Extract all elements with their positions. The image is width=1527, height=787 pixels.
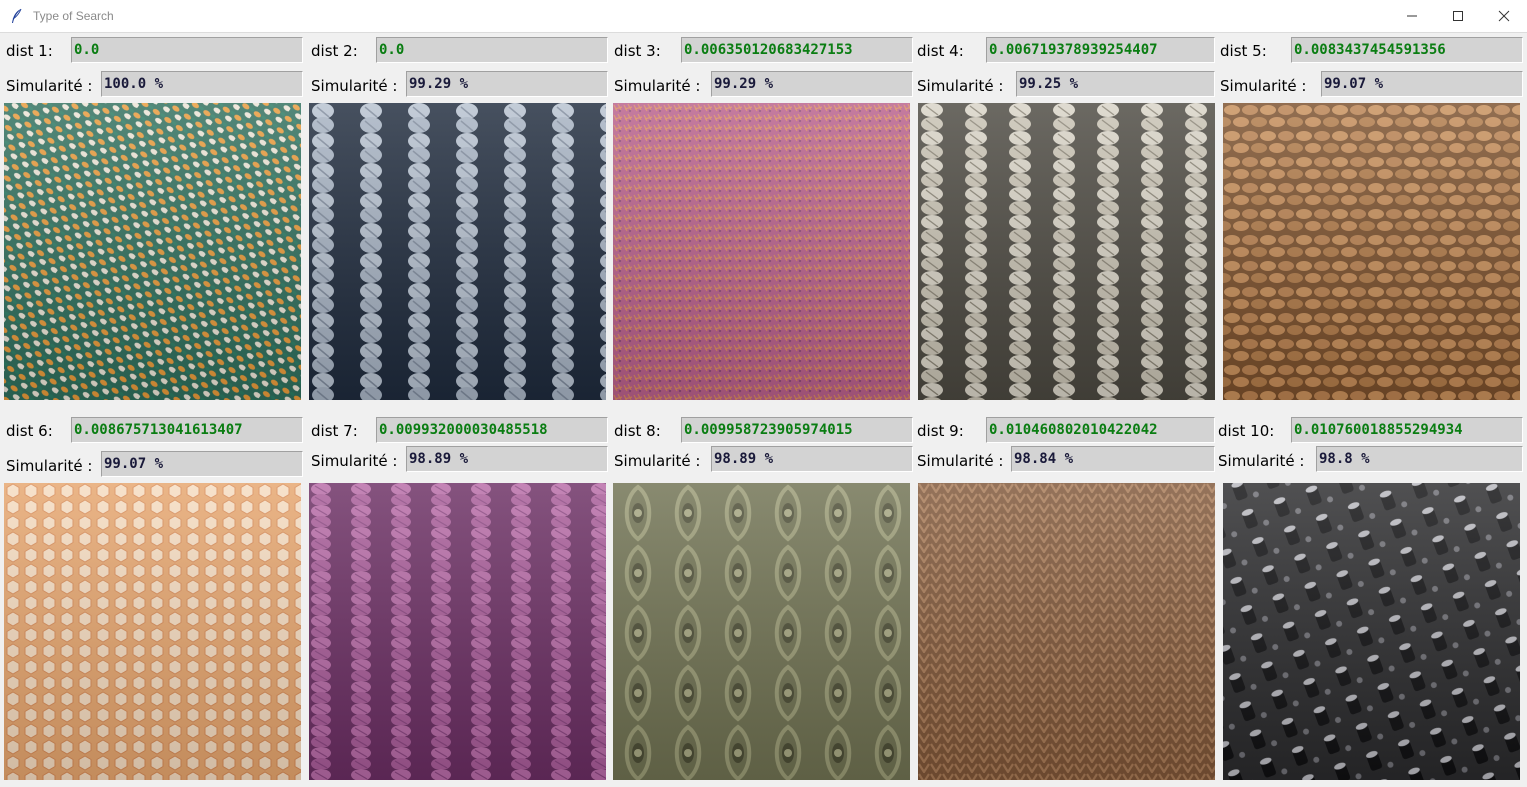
dist-3-field[interactable]: 0.006350120683427153 <box>681 37 913 63</box>
dist-10-label: dist 10: <box>1218 422 1275 440</box>
sim-8-label: Simularité : <box>614 452 701 470</box>
sim-4-label: Simularité : <box>917 77 1004 95</box>
dist-2-label: dist 2: <box>311 42 358 60</box>
dist-5-field[interactable]: 0.0083437454591356 <box>1291 37 1523 63</box>
sim-5-field[interactable]: 99.07 % <box>1321 71 1523 97</box>
dist-8-label: dist 8: <box>614 422 661 440</box>
dist-1-field[interactable]: 0.0 <box>71 37 303 63</box>
sim-1-label: Simularité : <box>6 77 93 95</box>
minimize-icon <box>1407 15 1417 17</box>
maximize-icon <box>1453 11 1463 21</box>
sim-10-field[interactable]: 98.8 % <box>1316 446 1523 472</box>
result-image-4 <box>918 103 1215 400</box>
dist-7-field[interactable]: 0.009932000030485518 <box>376 417 608 443</box>
sim-3-field[interactable]: 99.29 % <box>711 71 913 97</box>
sim-3-label: Simularité : <box>614 77 701 95</box>
dist-9-label: dist 9: <box>917 422 964 440</box>
sim-9-label: Simularité : <box>917 452 1004 470</box>
result-image-2 <box>309 103 606 400</box>
dist-8-field[interactable]: 0.009958723905974015 <box>681 417 913 443</box>
sim-6-field[interactable]: 99.07 % <box>101 451 303 477</box>
sim-6-label: Simularité : <box>6 457 93 475</box>
result-image-3 <box>613 103 910 400</box>
result-image-8 <box>613 483 910 780</box>
window-title: Type of Search <box>33 9 114 23</box>
sim-2-label: Simularité : <box>311 77 398 95</box>
dist-9-field[interactable]: 0.010460802010422042 <box>986 417 1215 443</box>
result-image-10 <box>1223 483 1520 780</box>
dist-4-label: dist 4: <box>917 42 964 60</box>
dist-1-label: dist 1: <box>6 42 53 60</box>
sim-4-field[interactable]: 99.25 % <box>1016 71 1215 97</box>
result-image-1 <box>4 103 301 400</box>
dist-6-field[interactable]: 0.008675713041613407 <box>71 417 303 443</box>
maximize-button[interactable] <box>1435 0 1481 32</box>
sim-8-field[interactable]: 98.89 % <box>711 446 913 472</box>
result-image-5 <box>1223 103 1520 400</box>
sim-1-field[interactable]: 100.0 % <box>101 71 303 97</box>
close-icon <box>1498 10 1510 22</box>
result-image-6 <box>4 483 301 780</box>
sim-10-label: Simularité : <box>1218 452 1305 470</box>
dist-10-field[interactable]: 0.010760018855294934 <box>1291 417 1523 443</box>
sim-7-field[interactable]: 98.89 % <box>406 446 608 472</box>
sim-5-label: Simularité : <box>1220 77 1307 95</box>
result-image-9 <box>918 483 1215 780</box>
title-bar: Type of Search <box>0 0 1527 33</box>
sim-9-field[interactable]: 98.84 % <box>1011 446 1215 472</box>
minimize-button[interactable] <box>1389 0 1435 32</box>
dist-6-label: dist 6: <box>6 422 53 440</box>
result-image-7 <box>309 483 606 780</box>
dist-5-label: dist 5: <box>1220 42 1267 60</box>
sim-2-field[interactable]: 99.29 % <box>406 71 608 97</box>
dist-7-label: dist 7: <box>311 422 358 440</box>
dist-4-field[interactable]: 0.006719378939254407 <box>986 37 1215 63</box>
dist-2-field[interactable]: 0.0 <box>376 37 608 63</box>
feather-icon <box>12 8 22 23</box>
close-button[interactable] <box>1481 0 1527 32</box>
sim-7-label: Simularité : <box>311 452 398 470</box>
dist-3-label: dist 3: <box>614 42 661 60</box>
